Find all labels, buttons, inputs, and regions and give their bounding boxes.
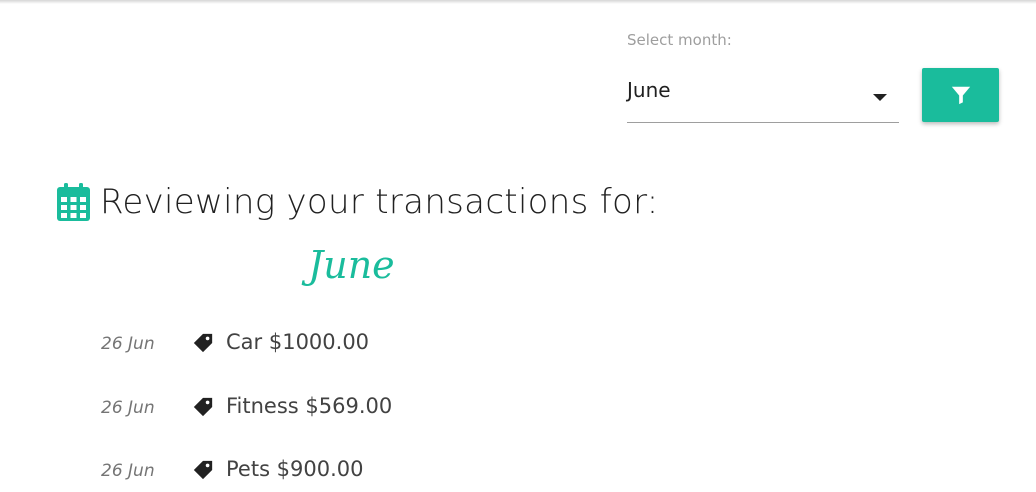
filter-button[interactable] xyxy=(922,68,999,122)
month-select[interactable]: June xyxy=(627,70,899,123)
page-heading: Reviewing your transactions for: xyxy=(57,182,659,222)
transaction-label: Car $1000.00 xyxy=(226,330,370,354)
transaction-date: 26 Jun xyxy=(101,461,155,481)
transaction-row: 26 Jun Pets $900.00 xyxy=(0,457,600,487)
transaction-label: Fitness $569.00 xyxy=(226,394,393,418)
page-title: Reviewing your transactions for: xyxy=(100,182,659,222)
top-shadow-divider xyxy=(0,0,1036,4)
transaction-label: Pets $900.00 xyxy=(226,457,364,481)
transaction-date: 26 Jun xyxy=(101,398,155,418)
tag-icon xyxy=(193,397,213,417)
transaction-row: 26 Jun Fitness $569.00 xyxy=(0,394,600,424)
tag-icon xyxy=(193,333,213,353)
transaction-date: 26 Jun xyxy=(101,334,155,354)
tag-icon xyxy=(193,460,213,480)
caret-down-icon[interactable] xyxy=(873,94,887,101)
month-select-label: Select month: xyxy=(627,31,732,49)
transaction-row: 26 Jun Car $1000.00 xyxy=(0,330,600,360)
month-select-value: June xyxy=(627,78,671,102)
selected-month-title: June xyxy=(308,243,395,287)
calendar-icon xyxy=(57,183,90,221)
filter-icon xyxy=(951,86,970,105)
